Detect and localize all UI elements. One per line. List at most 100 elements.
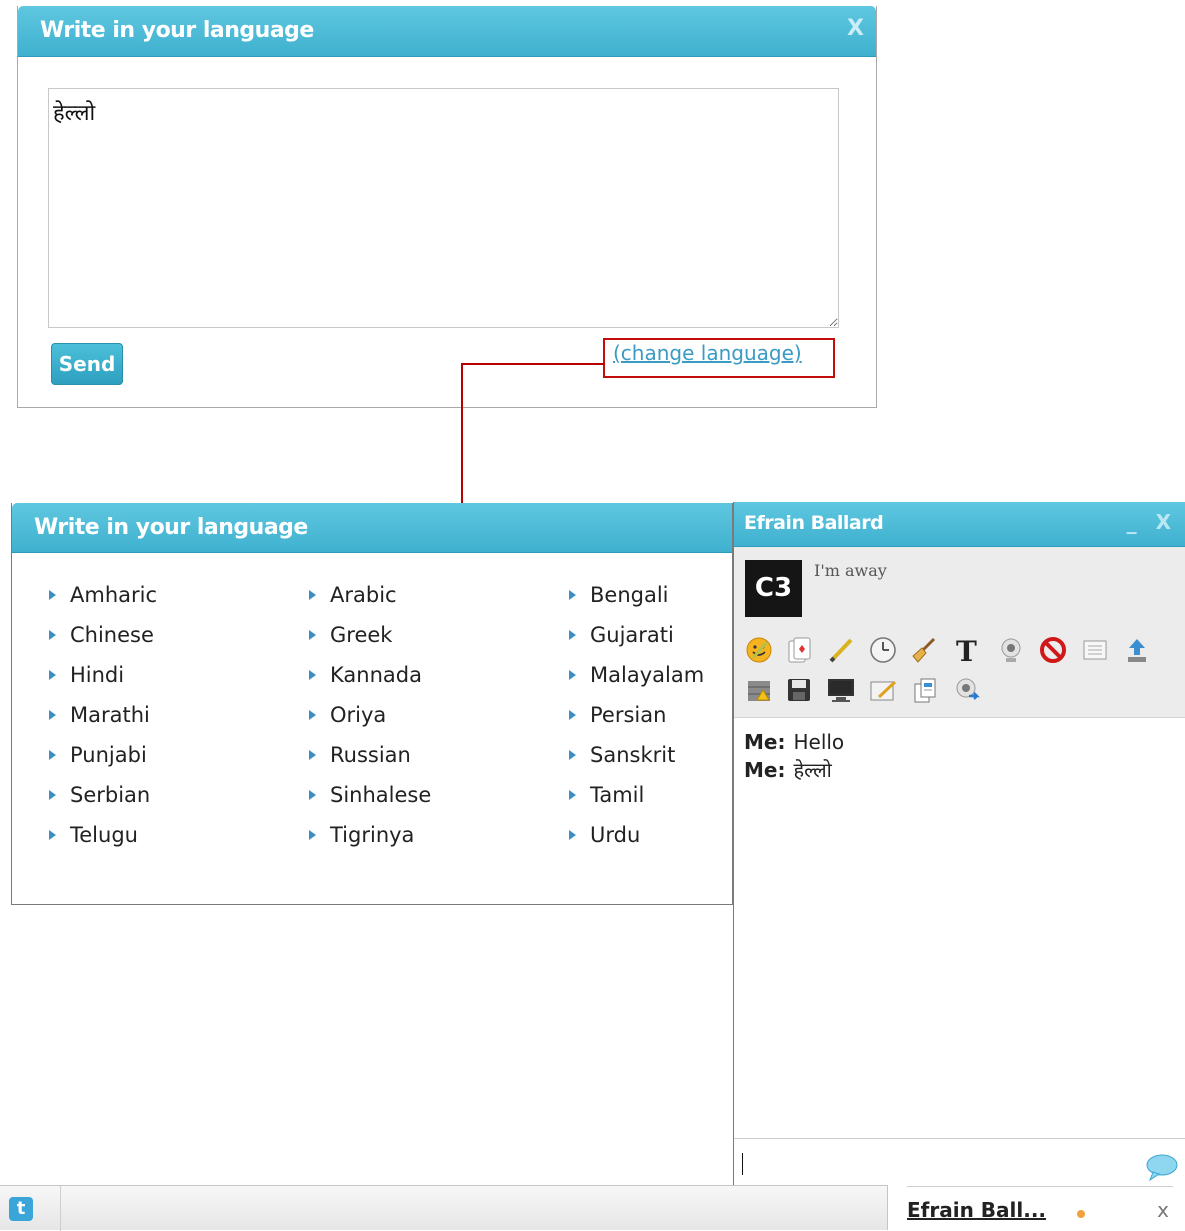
- speech-bubble-icon[interactable]: [1145, 1153, 1179, 1185]
- language-label: Urdu: [590, 823, 641, 847]
- bullet-arrow-icon: [569, 670, 576, 680]
- avatar: C3: [745, 560, 802, 617]
- message-row: Me: Hello: [744, 728, 844, 756]
- pencil-icon[interactable]: [826, 635, 856, 665]
- dialog-header: Write in your language X: [18, 6, 876, 57]
- bullet-arrow-icon: [49, 670, 56, 680]
- chat-title: Efrain Ballard: [744, 512, 884, 534]
- bullet-arrow-icon: [569, 830, 576, 840]
- dialog-header: Write in your language: [12, 503, 732, 553]
- webcam-icon[interactable]: [996, 635, 1026, 665]
- message-textarea[interactable]: [48, 88, 839, 328]
- away-status-icon: [1077, 1210, 1085, 1218]
- language-option[interactable]: Russian: [309, 743, 411, 767]
- bullet-arrow-icon: [49, 790, 56, 800]
- bullet-arrow-icon: [49, 710, 56, 720]
- language-option[interactable]: Greek: [309, 623, 392, 647]
- message-sender: Me:: [744, 758, 786, 782]
- language-option[interactable]: Chinese: [49, 623, 154, 647]
- text-caret: [742, 1153, 743, 1175]
- language-label: Malayalam: [590, 663, 705, 687]
- language-option[interactable]: Bengali: [569, 583, 669, 607]
- bullet-arrow-icon: [309, 590, 316, 600]
- bullet-arrow-icon: [569, 590, 576, 600]
- language-option[interactable]: Amharic: [49, 583, 157, 607]
- language-label: Kannada: [330, 663, 422, 687]
- message-row: Me: हेल्लो: [744, 756, 844, 784]
- language-label: Punjabi: [70, 743, 147, 767]
- message-list: Me: Hello Me: हेल्लो: [744, 728, 844, 784]
- message-text: हेल्लो: [793, 758, 832, 782]
- language-option[interactable]: Urdu: [569, 823, 640, 847]
- language-label: Amharic: [70, 583, 158, 607]
- window-controls[interactable]: _ X: [1127, 510, 1177, 534]
- whiteboard-icon[interactable]: [868, 675, 898, 705]
- language-label: Telugu: [70, 823, 138, 847]
- language-label: Sinhalese: [330, 783, 432, 807]
- bullet-arrow-icon: [309, 790, 316, 800]
- language-option[interactable]: Punjabi: [49, 743, 147, 767]
- language-option[interactable]: Telugu: [49, 823, 138, 847]
- language-option[interactable]: Persian: [569, 703, 666, 727]
- language-label: Serbian: [70, 783, 151, 807]
- language-label: Chinese: [70, 623, 154, 647]
- bullet-arrow-icon: [309, 710, 316, 720]
- language-label: Gujarati: [590, 623, 674, 647]
- game-icon[interactable]: [744, 675, 774, 705]
- language-option[interactable]: Gujarati: [569, 623, 674, 647]
- broom-icon[interactable]: [908, 635, 938, 665]
- language-option[interactable]: Kannada: [309, 663, 422, 687]
- bullet-arrow-icon: [569, 750, 576, 760]
- language-label: Marathi: [70, 703, 150, 727]
- webcam-share-icon[interactable]: [952, 675, 982, 705]
- smiley-icon[interactable]: [744, 635, 774, 665]
- language-option[interactable]: Oriya: [309, 703, 386, 727]
- chat-tab-name[interactable]: Efrain Ball...: [907, 1198, 1046, 1222]
- language-select-dialog: Write in your language Amharic Arabic Beng…: [11, 503, 733, 905]
- chat-tab[interactable]: Efrain Ball... x: [895, 1186, 1185, 1230]
- chat-window: Efrain Ballard _ X C3 I'm away T Me: Hel…: [733, 502, 1185, 1189]
- bullet-arrow-icon: [309, 670, 316, 680]
- cards-icon[interactable]: [784, 635, 814, 665]
- save-icon[interactable]: [784, 675, 814, 705]
- language-label: Greek: [330, 623, 393, 647]
- divider: [60, 1186, 61, 1231]
- clock-icon[interactable]: [868, 635, 898, 665]
- bullet-arrow-icon: [49, 630, 56, 640]
- close-icon[interactable]: X: [847, 16, 864, 41]
- bullet-arrow-icon: [569, 630, 576, 640]
- language-option[interactable]: Tigrinya: [309, 823, 414, 847]
- screen-share-icon[interactable]: [826, 675, 856, 705]
- language-label: Tamil: [590, 783, 645, 807]
- chat-input[interactable]: [734, 1138, 1185, 1189]
- bullet-arrow-icon: [309, 830, 316, 840]
- text-format-icon[interactable]: T: [952, 635, 982, 665]
- list-icon[interactable]: [1080, 635, 1110, 665]
- language-label: Hindi: [70, 663, 125, 687]
- bottom-bar: t: [0, 1185, 888, 1231]
- dialog-title: Write in your language: [34, 515, 308, 540]
- bullet-arrow-icon: [569, 710, 576, 720]
- copy-icon[interactable]: [910, 675, 940, 705]
- language-option[interactable]: Sinhalese: [309, 783, 431, 807]
- language-label: Sanskrit: [590, 743, 676, 767]
- message-sender: Me:: [744, 730, 786, 754]
- language-option[interactable]: Arabic: [309, 583, 397, 607]
- language-option[interactable]: Marathi: [49, 703, 150, 727]
- send-button[interactable]: Send: [51, 343, 123, 385]
- language-option[interactable]: Sanskrit: [569, 743, 675, 767]
- close-icon[interactable]: x: [1157, 1198, 1169, 1222]
- bullet-arrow-icon: [309, 630, 316, 640]
- language-option[interactable]: Hindi: [49, 663, 124, 687]
- bullet-arrow-icon: [49, 830, 56, 840]
- bullet-arrow-icon: [569, 790, 576, 800]
- language-option[interactable]: Serbian: [49, 783, 150, 807]
- twitter-icon[interactable]: t: [9, 1197, 33, 1221]
- language-label: Oriya: [330, 703, 387, 727]
- language-option[interactable]: Tamil: [569, 783, 644, 807]
- upload-icon[interactable]: [1122, 635, 1152, 665]
- chat-header: Efrain Ballard _ X: [734, 502, 1185, 547]
- language-option[interactable]: Malayalam: [569, 663, 704, 687]
- block-icon[interactable]: [1038, 635, 1068, 665]
- language-label: Tigrinya: [330, 823, 415, 847]
